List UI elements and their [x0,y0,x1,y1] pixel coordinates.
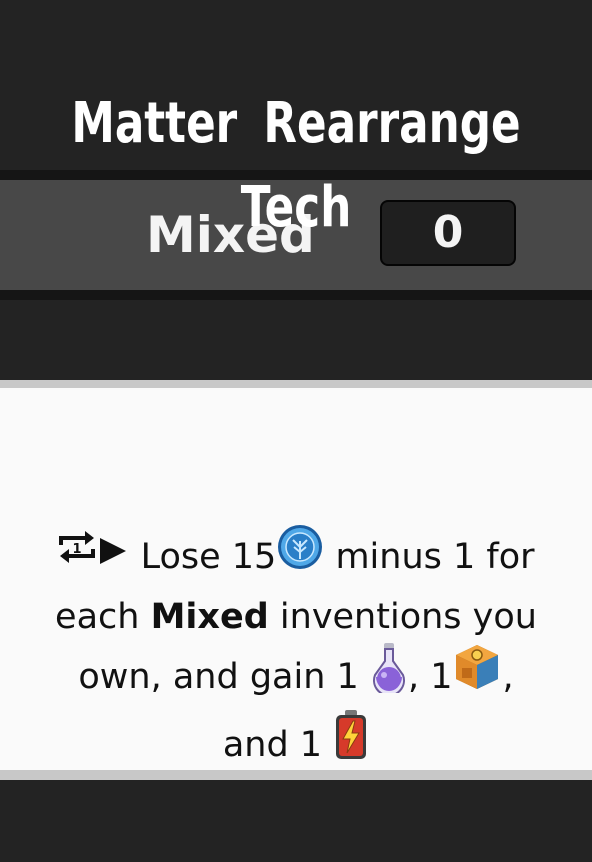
play-arrow-icon [97,528,129,582]
gear-crate-icon [452,642,502,708]
invention-card: Mixed 0 Matter Rearrange Tech 1 Lose 15 [0,0,592,862]
effect-text: 1 Lose 15 minus 1 for each Mixed inventi… [40,523,552,780]
energy-battery-icon [333,709,369,777]
effect-text-4: , 1 [407,657,453,697]
potion-flask-icon [370,641,408,709]
effect-panel: 1 Lose 15 minus 1 for each Mixed inventi… [0,380,592,780]
effect-panel-inner: 1 Lose 15 minus 1 for each Mixed inventi… [0,388,592,770]
tech-research-coin-icon [276,523,324,587]
effect-keyword: Mixed [150,597,269,637]
effect-text-1: Lose 15 [129,537,277,577]
repeat-once-icon: 1 [57,528,97,582]
card-title: Matter Rearrange Tech [71,91,521,240]
svg-text:1: 1 [73,542,82,557]
